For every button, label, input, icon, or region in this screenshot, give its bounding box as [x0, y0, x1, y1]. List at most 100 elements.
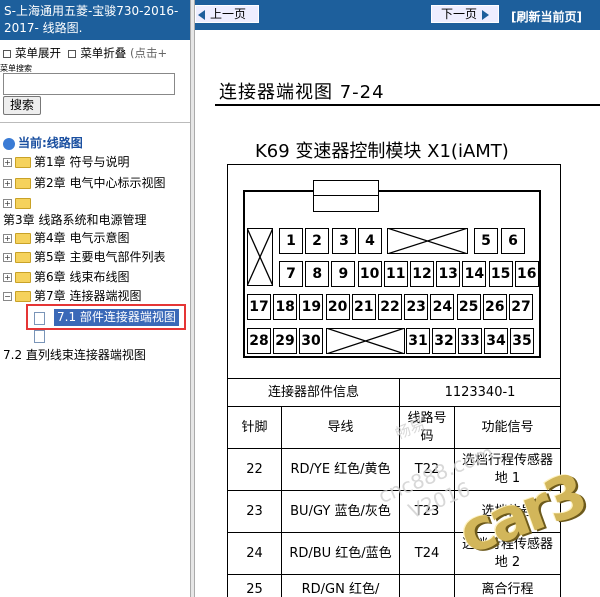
next-page-button[interactable]: 下一页 [431, 5, 499, 23]
tree-item-ch7[interactable]: − 第7章 连接器端视图 [3, 287, 141, 305]
expand-icon[interactable]: + [3, 199, 12, 208]
document-title: S-上海通用五菱-宝骏730-2016-2017- 线路图. [0, 0, 190, 40]
connector-pin: 31 [406, 328, 430, 354]
tree-item-ch1[interactable]: + 第1章 符号与说明 [3, 153, 129, 171]
open-folder-icon [15, 291, 31, 302]
cell-pin: 24 [227, 532, 282, 575]
connector-latch [313, 180, 379, 212]
folder-icon [15, 233, 31, 244]
tree-item-page-blank[interactable] [34, 327, 45, 345]
cell-pin: 23 [227, 490, 282, 533]
connector-pin: 26 [482, 294, 507, 320]
expand-menu-icon[interactable] [3, 49, 11, 58]
folder-icon [15, 272, 31, 283]
blank-cavity-icon [387, 228, 468, 254]
navigation-panel: S-上海通用五菱-宝骏730-2016-2017- 线路图. 菜单展开 菜单折叠… [0, 0, 190, 597]
connector-pin: 11 [383, 261, 408, 287]
connector-pin: 24 [430, 294, 455, 320]
connector-pin: 1 [279, 228, 303, 254]
connector-pin: 6 [501, 228, 525, 254]
connector-pin: 21 [351, 294, 376, 320]
expand-icon[interactable]: + [3, 234, 12, 243]
expand-icon[interactable]: + [3, 253, 12, 262]
connector-pin: 16 [514, 261, 539, 287]
connector-pin: 8 [305, 261, 330, 287]
connector-pin: 15 [488, 261, 513, 287]
part-number: 1123340-1 [399, 378, 561, 407]
tree-item-7-2[interactable]: 7.2 直列线束连接器端视图 [3, 346, 146, 364]
right-arrow-icon [482, 9, 489, 20]
connector-pin: 17 [247, 294, 271, 320]
tree-item-ch4[interactable]: + 第4章 电气示意图 [3, 229, 129, 247]
divider [0, 122, 190, 123]
connector-pin: 33 [458, 328, 482, 354]
heading-rule [215, 104, 600, 106]
collapse-menu-link[interactable]: 菜单折叠 [80, 46, 126, 60]
folder-icon [15, 198, 31, 209]
cell-function: 离合行程 [454, 574, 561, 597]
blank-cavity-icon [247, 228, 273, 286]
connector-pin: 22 [378, 294, 402, 320]
connector-pin: 10 [357, 261, 382, 287]
connector-pin: 5 [474, 228, 498, 254]
cell-pin: 25 [227, 574, 282, 597]
cell-wire: RD/GN 红色/ [281, 574, 400, 597]
folder-icon [15, 157, 31, 168]
info-label: 连接器部件信息 [227, 378, 400, 407]
connector-pin: 7 [279, 261, 303, 287]
globe-icon [3, 137, 15, 150]
connector-pin: 3 [332, 228, 356, 254]
tree-current[interactable]: 当前:线路图 [3, 134, 83, 152]
col-function: 功能信号 [454, 406, 561, 449]
cell-pin: 22 [227, 448, 282, 491]
search-input[interactable] [3, 73, 175, 95]
connector-pin: 9 [331, 261, 356, 287]
menu-controls: 菜单展开 菜单折叠 (点击+ [3, 45, 167, 61]
tree-item-ch2[interactable]: + 第2章 电气中心标示视图 [3, 174, 165, 192]
connector-pin: 29 [273, 328, 297, 354]
connector-pin: 28 [247, 328, 271, 354]
search-button[interactable]: 搜索 [3, 96, 41, 115]
menu-hint: (点击+ [129, 46, 168, 60]
cell-wire: RD/BU 红色/蓝色 [281, 532, 400, 575]
connector-pin: 2 [305, 228, 329, 254]
connector-latch-line [313, 195, 379, 196]
prev-page-button[interactable]: 上一页 [195, 5, 259, 23]
blank-cavity-icon [326, 328, 405, 354]
expand-icon[interactable]: + [3, 273, 12, 282]
connector-title: K69 变速器控制模块 X1(iAMT) [255, 141, 509, 162]
page-heading: 连接器端视图 7-24 [219, 82, 385, 103]
connector-pin: 4 [358, 228, 382, 254]
expand-icon[interactable]: + [3, 158, 12, 167]
tree-item-blank[interactable]: + [3, 194, 34, 212]
toolbar: 上一页 下一页 [刷新当前页] [195, 0, 600, 30]
folder-icon [15, 252, 31, 263]
folder-icon [15, 178, 31, 189]
connector-pin: 27 [509, 294, 533, 320]
connector-pin: 34 [484, 328, 508, 354]
col-wire: 导线 [281, 406, 400, 449]
tree-item-ch3[interactable]: 第3章 线路系统和电源管理 [3, 211, 146, 229]
cell-circuit: T24 [399, 532, 455, 575]
col-pin: 针脚 [227, 406, 282, 449]
page-icon [34, 312, 45, 325]
tree-item-7-1-selected[interactable]: 7.1 部件连接器端视图 [54, 309, 179, 326]
table-row: 连接器部件信息 1123340-1 [227, 378, 561, 407]
page-icon-7-1 [34, 309, 45, 327]
connector-pin: 18 [273, 294, 298, 320]
connector-pin: 12 [410, 261, 434, 287]
page-icon [34, 330, 45, 343]
connector-pin: 25 [456, 294, 481, 320]
expand-icon[interactable]: + [3, 179, 12, 188]
expand-menu-link[interactable]: 菜单展开 [15, 46, 61, 60]
tree-item-ch5[interactable]: + 第5章 主要电气部件列表 [3, 248, 165, 266]
connector-pin: 20 [325, 294, 350, 320]
collapse-icon[interactable]: − [3, 292, 12, 301]
connector-pin: 23 [404, 294, 429, 320]
connector-pin: 35 [510, 328, 534, 354]
tree-item-ch6[interactable]: + 第6章 线束布线图 [3, 268, 129, 286]
table-row: 25 RD/GN 红色/ 离合行程 [227, 574, 561, 597]
collapse-menu-icon[interactable] [68, 49, 77, 58]
refresh-link[interactable]: [刷新当前页] [511, 8, 582, 25]
connector-pin: 19 [299, 294, 324, 320]
